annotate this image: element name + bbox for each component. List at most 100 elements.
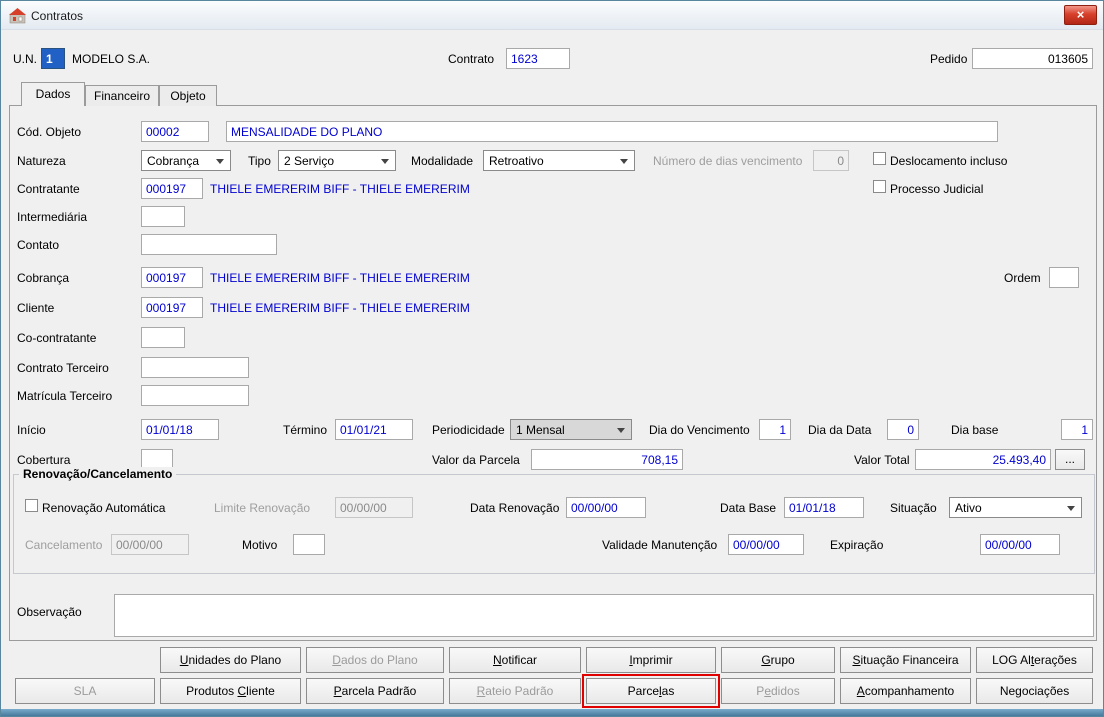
log-alteracoes-button[interactable]: LOG Alterações bbox=[976, 647, 1093, 673]
valor-total-label: Valor Total bbox=[854, 453, 910, 467]
pedidos-button: Pedidos bbox=[721, 678, 835, 704]
modalidade-select[interactable]: Retroativo bbox=[483, 150, 635, 171]
inicio-input[interactable] bbox=[141, 419, 219, 440]
contato-input[interactable] bbox=[141, 234, 277, 255]
cobranca-name: THIELE EMERERIM BIFF - THIELE EMERERIM bbox=[210, 271, 470, 285]
imprimir-button[interactable]: Imprimir bbox=[586, 647, 716, 673]
termino-input[interactable] bbox=[335, 419, 413, 440]
negociacoes-button[interactable]: Negociações bbox=[976, 678, 1093, 704]
motivo-label: Motivo bbox=[242, 538, 278, 552]
contratante-name: THIELE EMERERIM BIFF - THIELE EMERERIM bbox=[210, 182, 470, 196]
inicio-label: Início bbox=[17, 423, 46, 437]
dia-data-label: Dia da Data bbox=[808, 423, 872, 437]
matricula-terceiro-input[interactable] bbox=[141, 385, 249, 406]
co-contratante-input[interactable] bbox=[141, 327, 185, 348]
renovacao-cancelamento-group bbox=[13, 474, 1095, 574]
company-name: MODELO S.A. bbox=[72, 52, 151, 66]
ordem-input[interactable] bbox=[1049, 267, 1079, 288]
contrato-terceiro-input[interactable] bbox=[141, 357, 249, 378]
parcela-padrao-button[interactable]: Parcela Padrão bbox=[306, 678, 444, 704]
situacao-select[interactable]: Ativo bbox=[949, 497, 1082, 518]
chevron-down-icon bbox=[1067, 506, 1075, 511]
processo-judicial-label: Processo Judicial bbox=[890, 182, 984, 196]
data-renovacao-input[interactable] bbox=[566, 497, 646, 518]
app-icon bbox=[9, 8, 26, 24]
contrato-terceiro-label: Contrato Terceiro bbox=[17, 361, 109, 375]
natureza-label: Natureza bbox=[17, 154, 66, 168]
chevron-down-icon bbox=[620, 159, 628, 164]
situacao-financeira-button[interactable]: Situação Financeira bbox=[840, 647, 971, 673]
processo-judicial-checkbox[interactable] bbox=[873, 180, 886, 193]
valor-total-input[interactable] bbox=[915, 449, 1051, 470]
deslocamento-incluso-checkbox[interactable] bbox=[873, 152, 886, 165]
parcelas-button[interactable]: Parcelas bbox=[586, 678, 716, 704]
contato-label: Contato bbox=[17, 238, 60, 252]
tab-objeto[interactable]: Objeto bbox=[159, 85, 217, 106]
data-base-input[interactable] bbox=[784, 497, 864, 518]
unidades-do-plano-button[interactable]: Unidades do Plano bbox=[160, 647, 301, 673]
contratos-window: Contratos × U.N. MODELO S.A. Contrato Pe… bbox=[0, 0, 1104, 717]
tipo-label: Tipo bbox=[248, 154, 271, 168]
cod-objeto-label: Cód. Objeto bbox=[17, 125, 82, 139]
validade-manutencao-input[interactable] bbox=[728, 534, 804, 555]
un-label: U.N. bbox=[13, 52, 37, 66]
expiracao-input[interactable] bbox=[980, 534, 1060, 555]
dia-data-input[interactable] bbox=[887, 419, 919, 440]
acompanhamento-button[interactable]: Acompanhamento bbox=[840, 678, 971, 704]
cancelamento-input bbox=[111, 534, 189, 555]
dias-vencimento-label: Número de dias vencimento bbox=[653, 154, 803, 168]
produtos-cliente-button[interactable]: Produtos Cliente bbox=[160, 678, 301, 704]
cliente-name: THIELE EMERERIM BIFF - THIELE EMERERIM bbox=[210, 301, 470, 315]
ordem-label: Ordem bbox=[1004, 271, 1041, 285]
motivo-input[interactable] bbox=[293, 534, 325, 555]
cobertura-label: Cobertura bbox=[17, 453, 71, 467]
pedido-input[interactable] bbox=[972, 48, 1093, 69]
tab-dados[interactable]: Dados bbox=[21, 82, 85, 106]
dados-do-plano-button: Dados do Plano bbox=[306, 647, 444, 673]
chevron-down-icon bbox=[381, 159, 389, 164]
modalidade-value: Retroativo bbox=[489, 154, 544, 168]
natureza-select[interactable]: Cobrança bbox=[141, 150, 231, 171]
dia-vencimento-input[interactable] bbox=[759, 419, 791, 440]
data-renovacao-label: Data Renovação bbox=[470, 501, 560, 515]
contrato-label: Contrato bbox=[448, 52, 495, 66]
situacao-value: Ativo bbox=[955, 501, 982, 515]
cod-objeto-input[interactable] bbox=[141, 121, 209, 142]
window-title: Contratos bbox=[31, 9, 84, 23]
close-button[interactable]: × bbox=[1064, 5, 1097, 25]
validade-manutencao-label: Validade Manutenção bbox=[602, 538, 718, 552]
valor-parcela-input[interactable] bbox=[531, 449, 683, 470]
periodicidade-value: 1 Mensal bbox=[516, 423, 565, 437]
cliente-label: Cliente bbox=[17, 301, 55, 315]
notificar-button[interactable]: Notificar bbox=[449, 647, 581, 673]
tab-financeiro[interactable]: Financeiro bbox=[85, 85, 159, 106]
periodicidade-select[interactable]: 1 Mensal bbox=[510, 419, 632, 440]
dia-base-input[interactable] bbox=[1061, 419, 1093, 440]
modalidade-label: Modalidade bbox=[411, 154, 474, 168]
cliente-input[interactable] bbox=[141, 297, 203, 318]
un-input[interactable] bbox=[41, 48, 65, 69]
contratante-input[interactable] bbox=[141, 178, 203, 199]
intermediaria-input[interactable] bbox=[141, 206, 185, 227]
renovacao-automatica-checkbox[interactable] bbox=[25, 499, 38, 512]
expiracao-label: Expiração bbox=[830, 538, 884, 552]
periodicidade-label: Periodicidade bbox=[432, 423, 505, 437]
data-base-label: Data Base bbox=[720, 501, 777, 515]
objeto-descricao-input[interactable] bbox=[226, 121, 998, 142]
observacao-input[interactable] bbox=[114, 594, 1094, 637]
observacao-label: Observação bbox=[17, 605, 82, 619]
cancelamento-label: Cancelamento bbox=[25, 538, 103, 552]
matricula-terceiro-label: Matrícula Terceiro bbox=[17, 389, 113, 403]
limite-renovacao-label: Limite Renovação bbox=[214, 501, 311, 515]
natureza-value: Cobrança bbox=[147, 154, 200, 168]
contrato-input[interactable] bbox=[506, 48, 570, 69]
cobranca-input[interactable] bbox=[141, 267, 203, 288]
renovacao-automatica-label: Renovação Automática bbox=[42, 501, 166, 515]
valor-total-more-button[interactable]: ... bbox=[1055, 449, 1085, 470]
window-bottom-frame bbox=[1, 709, 1103, 716]
grupo-button[interactable]: Grupo bbox=[721, 647, 835, 673]
intermediaria-label: Intermediária bbox=[17, 210, 88, 224]
tipo-select[interactable]: 2 Serviço bbox=[278, 150, 396, 171]
title-bar[interactable]: Contratos × bbox=[1, 1, 1103, 30]
termino-label: Término bbox=[283, 423, 328, 437]
